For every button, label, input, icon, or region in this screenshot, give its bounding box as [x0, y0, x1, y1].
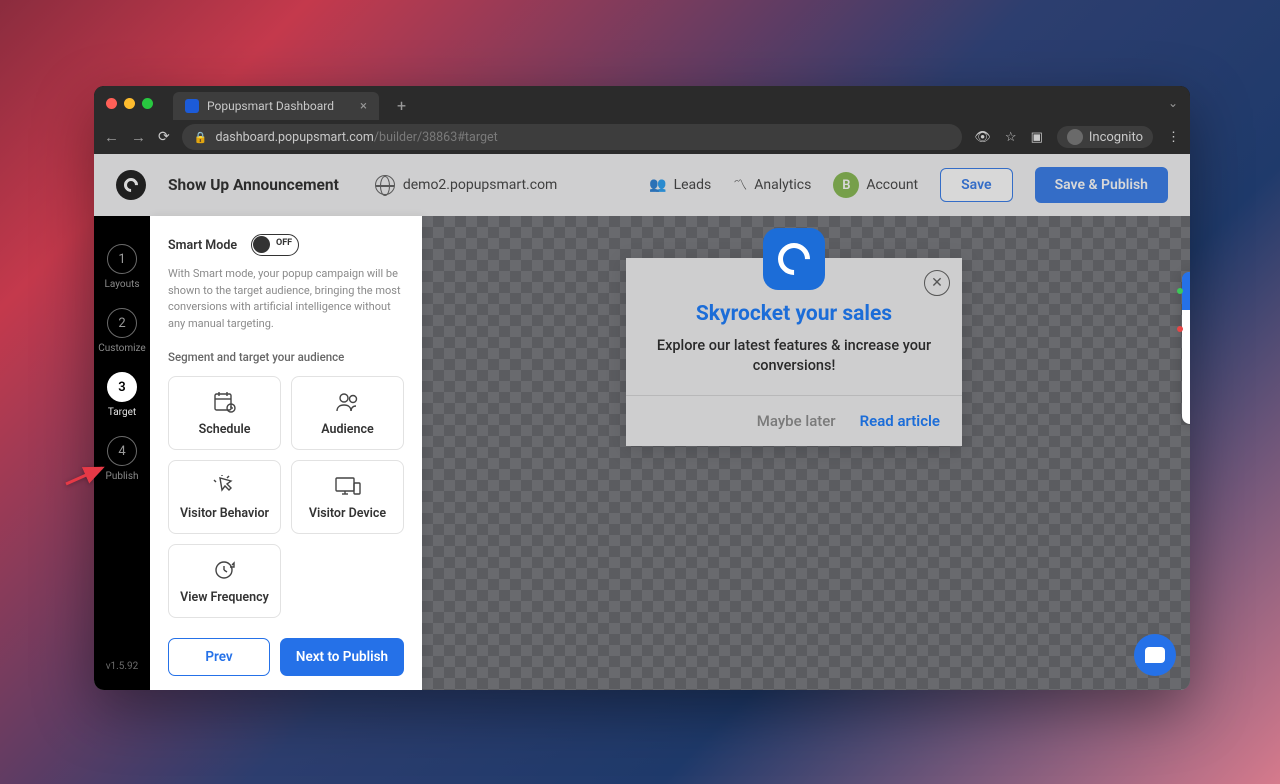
browser-window: Popupsmart Dashboard × + ⌄ ← → ⟳ 🔒 dashb… [94, 86, 1190, 690]
popup-maybe-later-button[interactable]: Maybe later [757, 412, 836, 430]
smart-mode-toggle[interactable]: OFF [251, 234, 299, 256]
url-text: dashboard.popupsmart.com/builder/38863#t… [215, 130, 497, 145]
app-content: 1 Layouts 2 Customize 3 Target 4 Publish… [94, 154, 1190, 690]
eye-off-icon[interactable]: 👁 [974, 130, 991, 145]
popup-read-article-button[interactable]: Read article [860, 412, 940, 430]
popup-logo-icon [763, 228, 825, 290]
device-toolbar [1182, 272, 1190, 424]
target-panel: Smart Mode OFF With Smart mode, your pop… [150, 216, 422, 690]
back-button[interactable]: ← [104, 128, 119, 146]
reload-button[interactable]: ⟳ [158, 129, 170, 145]
visitor-behavior-card[interactable]: Visitor Behavior [168, 460, 281, 534]
popup-body-text: Explore our latest features & increase y… [648, 336, 940, 377]
tabs-overflow-icon[interactable]: ⌄ [1168, 96, 1178, 110]
visitor-device-card[interactable]: Visitor Device [291, 460, 404, 534]
browser-right-icons: 👁 ☆ ▣ Incognito ⋮ [974, 126, 1180, 148]
incognito-badge[interactable]: Incognito [1057, 126, 1153, 148]
audience-card[interactable]: Audience [291, 376, 404, 450]
segment-section-label: Segment and target your audience [168, 350, 404, 364]
browser-toolbar: ← → ⟳ 🔒 dashboard.popupsmart.com/builder… [94, 120, 1190, 154]
maximize-window-icon[interactable] [142, 98, 153, 109]
close-tab-icon[interactable]: × [360, 99, 367, 114]
rail-step-customize[interactable]: 2 Customize [98, 308, 145, 354]
view-frequency-card[interactable]: View Frequency [168, 544, 281, 618]
address-bar[interactable]: 🔒 dashboard.popupsmart.com/builder/38863… [182, 124, 963, 150]
header-overlay [94, 154, 1190, 216]
preview-eye-button[interactable] [1182, 348, 1190, 386]
step-rail: 1 Layouts 2 Customize 3 Target 4 Publish… [94, 154, 150, 690]
popup-close-button[interactable]: ✕ [924, 270, 950, 296]
popup-title: Skyrocket your sales [648, 302, 940, 326]
favicon-icon [185, 99, 199, 113]
rail-step-publish[interactable]: 4 Publish [106, 436, 139, 482]
tab-title: Popupsmart Dashboard [207, 99, 334, 113]
incognito-icon [1067, 129, 1083, 145]
browser-tab-bar: Popupsmart Dashboard × + ⌄ [94, 86, 1190, 120]
mobile-preview-button[interactable] [1182, 310, 1190, 348]
new-tab-button[interactable]: + [397, 96, 406, 115]
chat-icon [1145, 647, 1165, 663]
smart-mode-description: With Smart mode, your popup campaign wil… [168, 266, 404, 332]
chat-widget-button[interactable] [1134, 634, 1176, 676]
schedule-card[interactable]: Schedule [168, 376, 281, 450]
arrow-annotation [64, 464, 108, 492]
window-controls [106, 98, 153, 109]
minimize-window-icon[interactable] [124, 98, 135, 109]
canvas: ✕ Skyrocket your sales Explore our lates… [422, 216, 1190, 690]
users-icon [334, 391, 362, 413]
bookmark-star-icon[interactable]: ☆ [1005, 130, 1017, 145]
version-text: v1.5.92 [106, 661, 139, 672]
browser-tab[interactable]: Popupsmart Dashboard × [173, 92, 379, 120]
popup-preview: ✕ Skyrocket your sales Explore our lates… [626, 258, 962, 446]
rail-step-target[interactable]: 3 Target [107, 372, 137, 418]
browser-menu-icon[interactable]: ⋮ [1167, 130, 1180, 145]
extensions-icon[interactable]: ▣ [1031, 130, 1043, 145]
forward-button[interactable]: → [131, 128, 146, 146]
next-to-publish-button[interactable]: Next to Publish [280, 638, 404, 676]
rail-step-layouts[interactable]: 1 Layouts [104, 244, 139, 290]
prev-button[interactable]: Prev [168, 638, 270, 676]
close-window-icon[interactable] [106, 98, 117, 109]
clock-refresh-icon [211, 559, 239, 581]
desktop-preview-button[interactable] [1182, 272, 1190, 310]
debug-button[interactable] [1182, 386, 1190, 424]
smart-mode-label: Smart Mode [168, 238, 237, 253]
lock-icon: 🔒 [194, 131, 208, 144]
calendar-icon [211, 391, 239, 413]
cursor-click-icon [211, 475, 239, 497]
devices-icon [334, 475, 362, 497]
